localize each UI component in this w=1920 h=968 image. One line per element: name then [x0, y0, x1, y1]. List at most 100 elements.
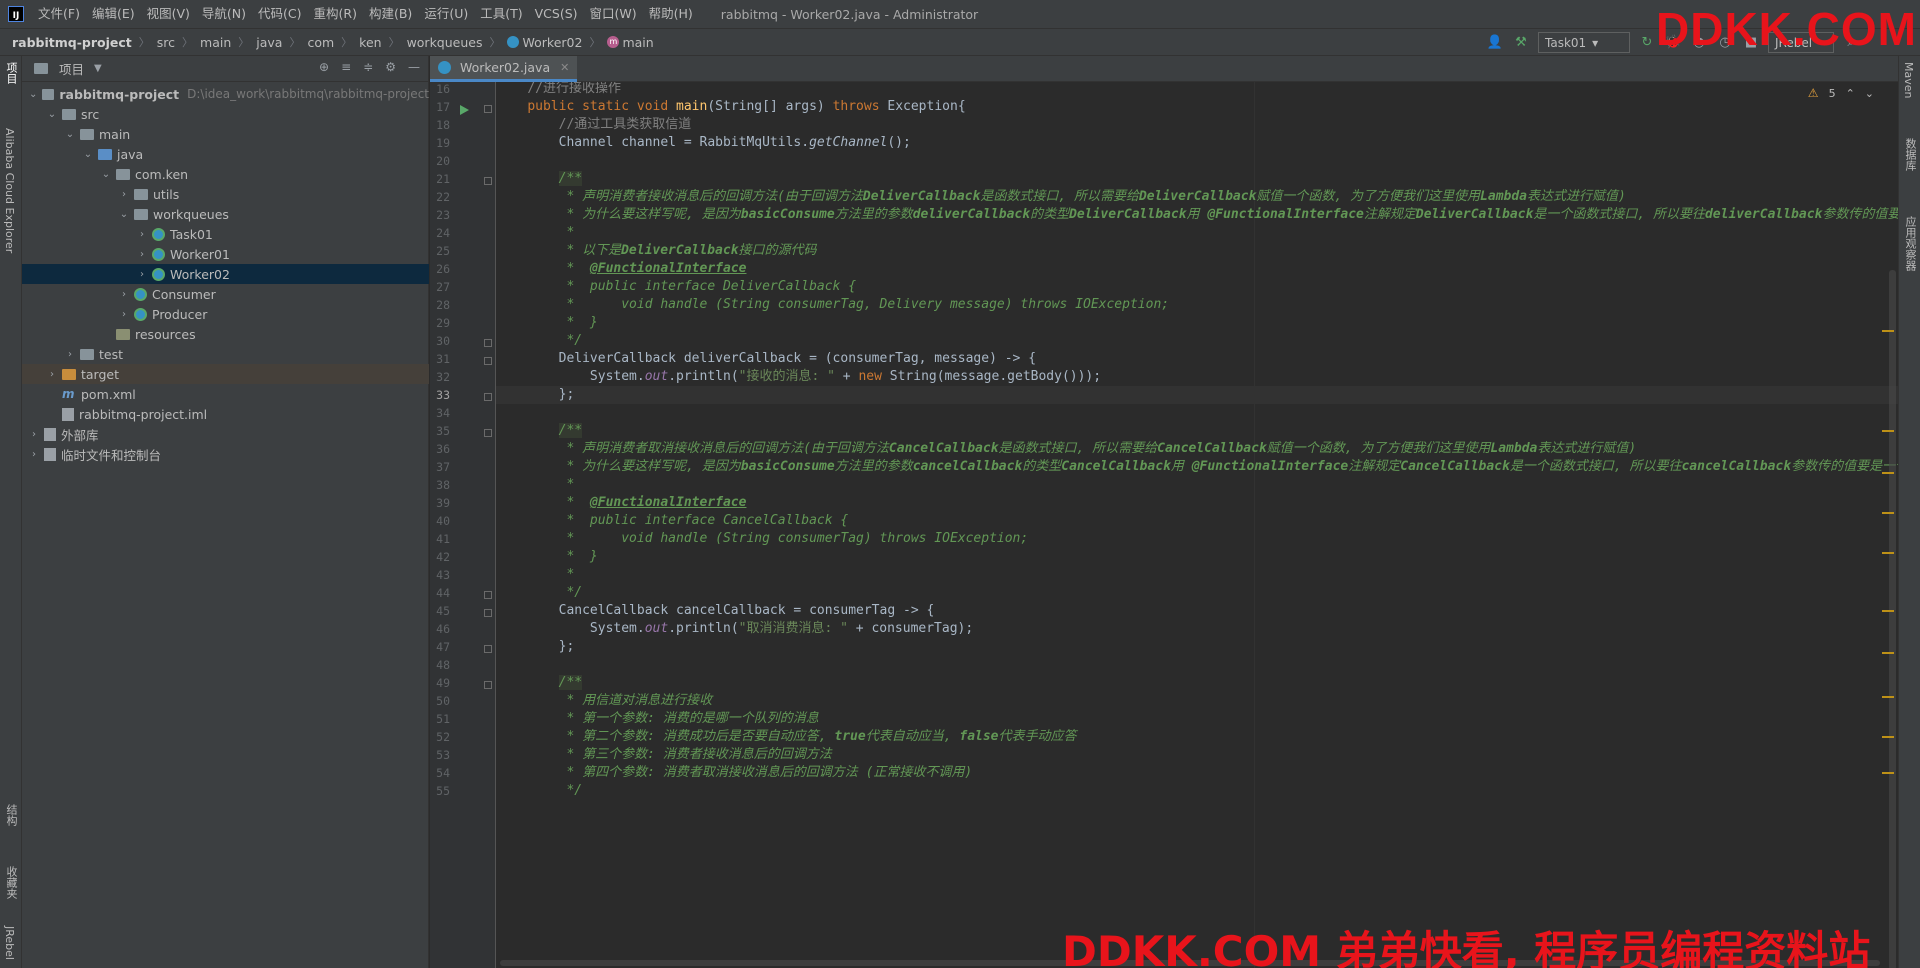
tab-jrebel[interactable]: JRebel [3, 926, 16, 960]
code-line[interactable]: * } [496, 314, 1898, 332]
tree-item[interactable]: ⌄ workqueues [22, 204, 429, 224]
code-line[interactable]: * 第一个参数: 消费的是哪一个队列的消息 [496, 710, 1898, 728]
tree-item[interactable]: › Producer [22, 304, 429, 324]
fold-marker-icon[interactable] [484, 645, 492, 653]
breadcrumb-item[interactable]: Worker02 [507, 35, 582, 50]
breadcrumb-item[interactable]: m main [607, 35, 654, 50]
tree-item[interactable]: ⌄ rabbitmq-project D:\idea_work\rabbitmq\r… [22, 84, 429, 104]
menu-item[interactable]: 导航(N) [196, 0, 252, 28]
tab-favorites[interactable]: 收藏夹 [3, 866, 19, 899]
tab-database[interactable]: 数据库 [1902, 138, 1918, 171]
warning-stripe[interactable] [1882, 772, 1894, 774]
menu-item[interactable]: 工具(T) [474, 0, 528, 28]
inspection-widget[interactable]: ⚠ 5 ⌃ ⌄ [1808, 86, 1874, 100]
rerun-icon[interactable]: ↻ [1638, 34, 1656, 52]
menu-item[interactable]: 代码(C) [252, 0, 307, 28]
code-line[interactable] [496, 152, 1898, 170]
code-line[interactable]: //进行接收操作 [496, 82, 1898, 98]
tree-item[interactable]: › 外部库 [22, 424, 429, 444]
code-line[interactable]: */ [496, 332, 1898, 350]
code-line[interactable]: * 为什么要这样写呢, 是因为basicConsume方法里的参数cancelC… [496, 458, 1898, 476]
project-panel-title[interactable]: 项目 [59, 59, 84, 78]
fold-marker-icon[interactable] [484, 105, 492, 113]
chevron-right-icon[interactable]: › [46, 369, 58, 380]
expand-all-icon[interactable]: ≡ [341, 60, 351, 74]
code-line[interactable]: * } [496, 548, 1898, 566]
tree-item[interactable]: › Consumer [22, 284, 429, 304]
tree-item[interactable]: ⌄ main [22, 124, 429, 144]
code-line[interactable]: public static void main(String[] args) t… [496, 98, 1898, 116]
warning-stripe[interactable] [1882, 430, 1894, 432]
gear-icon[interactable]: ⚙ [385, 60, 396, 74]
code-line[interactable]: }; [496, 386, 1898, 404]
chevron-right-icon[interactable]: › [136, 269, 148, 280]
menu-item[interactable]: 文件(F) [32, 0, 86, 28]
chevron-right-icon[interactable]: › [118, 189, 130, 200]
code-line[interactable]: * @FunctionalInterface [496, 260, 1898, 278]
code-editor[interactable]: 16 17 18 19 20 21 22 23 24 25 26 27 28 29 30 31 32 33 34 35… [430, 82, 1898, 968]
code-line[interactable]: /** [496, 170, 1898, 188]
code-line[interactable]: * void handle (String consumerTag) throw… [496, 530, 1898, 548]
breadcrumb-item[interactable]: ken [359, 35, 381, 50]
code-line[interactable]: * 用信道对消息进行接收 [496, 692, 1898, 710]
code-line[interactable]: System.out.println("接收的消息: " + new Strin… [496, 368, 1898, 386]
code-line[interactable]: }; [496, 638, 1898, 656]
menu-item[interactable]: 重构(R) [308, 0, 363, 28]
tree-item[interactable]: m pom.xml [22, 384, 429, 404]
chevron-right-icon[interactable]: › [118, 309, 130, 320]
chevron-right-icon[interactable]: › [136, 229, 148, 240]
tree-item[interactable]: rabbitmq-project.iml [22, 404, 429, 424]
code-line[interactable]: */ [496, 782, 1898, 800]
chevron-down-icon[interactable]: ▼ [94, 63, 102, 74]
fold-marker-icon[interactable] [484, 393, 492, 401]
run-gutter-icon[interactable] [460, 105, 469, 115]
fold-marker-icon[interactable] [484, 681, 492, 689]
code-line[interactable]: * 第三个参数: 消费者接收消息后的回调方法 [496, 746, 1898, 764]
tree-item[interactable]: › Worker02 [22, 264, 429, 284]
menu-item[interactable]: VCS(S) [529, 0, 584, 28]
fold-marker-icon[interactable] [484, 339, 492, 347]
warning-stripe[interactable] [1882, 552, 1894, 554]
code-line[interactable]: Channel channel = RabbitMqUtils.getChann… [496, 134, 1898, 152]
fold-marker-icon[interactable] [484, 357, 492, 365]
tab-alibaba-cloud-explorer[interactable]: Alibaba Cloud Explorer [3, 128, 16, 253]
build-hammer-icon[interactable]: ⚒ [1512, 34, 1530, 52]
code-line[interactable]: * 第二个参数: 消费成功后是否要自动应答, true代表自动应当, false… [496, 728, 1898, 746]
code-line[interactable]: * 声明消费者取消接收消息后的回调方法(由于回调方法CancelCallback… [496, 440, 1898, 458]
menu-item[interactable]: 运行(U) [418, 0, 474, 28]
chevron-right-icon[interactable]: › [28, 429, 40, 440]
code-line[interactable]: * [496, 566, 1898, 584]
chevron-right-icon[interactable]: › [136, 249, 148, 260]
chevron-right-icon[interactable]: › [64, 349, 76, 360]
warning-stripe[interactable] [1882, 610, 1894, 612]
vertical-scrollbar[interactable] [1889, 270, 1896, 968]
code-line[interactable] [496, 404, 1898, 422]
menu-item[interactable]: 帮助(H) [643, 0, 699, 28]
tab-worker02-java[interactable]: Worker02.java ✕ [430, 56, 578, 82]
tree-item[interactable]: › target [22, 364, 429, 384]
tree-item[interactable]: › utils [22, 184, 429, 204]
code-line[interactable]: * [496, 224, 1898, 242]
code-line[interactable]: * void handle (String consumerTag, Deliv… [496, 296, 1898, 314]
warning-stripe[interactable] [1882, 512, 1894, 514]
close-icon[interactable]: ✕ [560, 61, 569, 74]
tab-structure[interactable]: 结构 [3, 804, 19, 826]
code-line[interactable]: /** [496, 422, 1898, 440]
menu-item[interactable]: 构建(B) [363, 0, 418, 28]
chevron-down-icon[interactable]: ⌄ [118, 209, 130, 220]
code-line[interactable]: //通过工具类获取信道 [496, 116, 1898, 134]
fold-marker-icon[interactable] [484, 591, 492, 599]
code-line[interactable] [496, 656, 1898, 674]
tab-maven[interactable]: Maven [1902, 62, 1915, 98]
breadcrumb-item[interactable]: com [307, 35, 334, 50]
code-line[interactable]: System.out.println("取消消费消息: " + consumer… [496, 620, 1898, 638]
code-line[interactable]: /** [496, 674, 1898, 692]
fold-marker-icon[interactable] [484, 177, 492, 185]
breadcrumb-item[interactable]: workqueues [407, 35, 483, 50]
menu-item[interactable]: 窗口(W) [584, 0, 643, 28]
user-icon[interactable]: 👤 [1486, 34, 1504, 52]
chevron-right-icon[interactable]: › [118, 289, 130, 300]
code-line[interactable]: * @FunctionalInterface [496, 494, 1898, 512]
menu-item[interactable]: 视图(V) [141, 0, 196, 28]
chevron-down-icon[interactable]: ⌄ [100, 169, 112, 180]
